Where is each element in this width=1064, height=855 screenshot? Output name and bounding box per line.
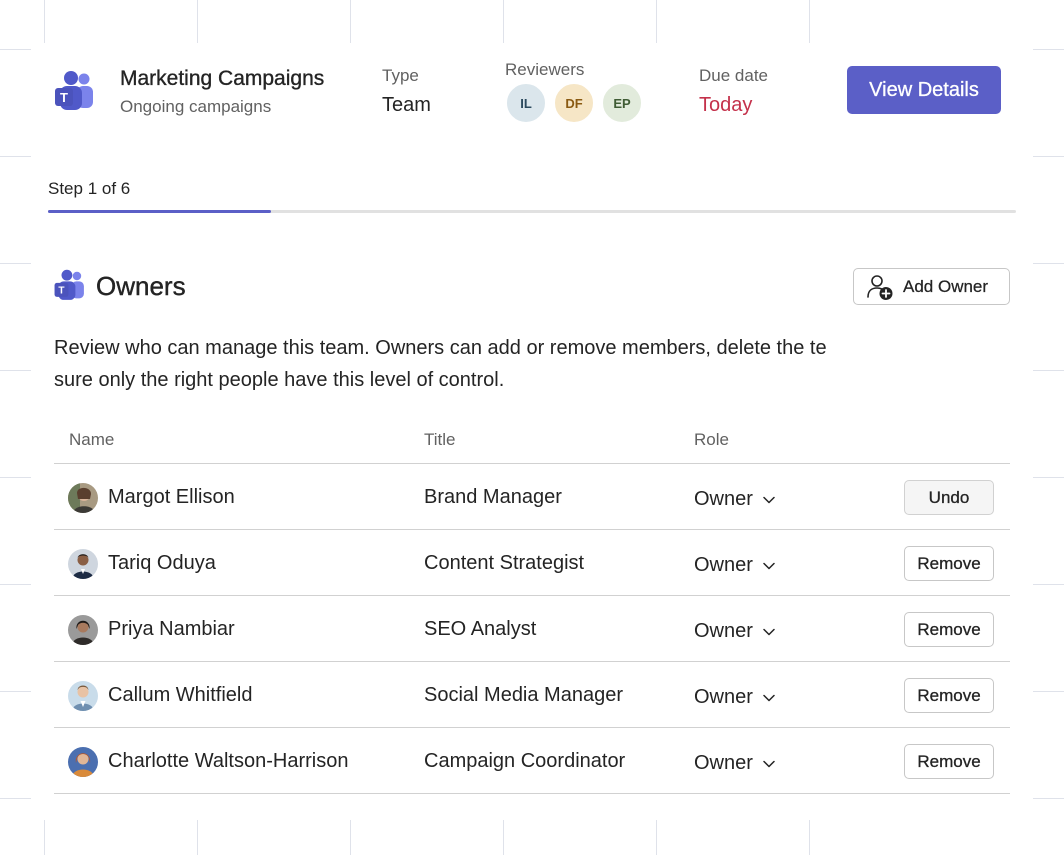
avatar xyxy=(68,483,98,513)
table-header: Name Title Role xyxy=(54,424,1010,464)
chevron-down-icon xyxy=(763,496,775,503)
add-person-icon xyxy=(867,274,893,300)
remove-button[interactable]: Remove xyxy=(904,612,994,647)
owner-title: Campaign Coordinator xyxy=(424,750,626,772)
avatar xyxy=(68,549,98,579)
table-row: Margot Ellison Brand Manager Owner Undo xyxy=(54,464,1010,530)
owner-name: Priya Nambiar xyxy=(108,618,235,640)
svg-text:T: T xyxy=(58,286,65,297)
type-label: Type xyxy=(382,66,419,85)
review-header: T Marketing Campaigns Ongoing campaigns … xyxy=(31,43,1033,159)
reviewer-avatar[interactable]: EP xyxy=(601,82,643,124)
teams-logo-icon: T xyxy=(55,71,93,110)
team-subtitle: Ongoing campaigns xyxy=(120,97,272,116)
remove-button[interactable]: Remove xyxy=(904,678,994,713)
role-dropdown[interactable]: Owner xyxy=(694,686,775,709)
table-row: Priya Nambiar SEO Analyst Owner Remove xyxy=(54,596,1010,662)
section-description: Review who can manage this team. Owners … xyxy=(54,337,827,391)
owner-title: Social Media Manager xyxy=(424,684,623,706)
teams-logo-icon: T xyxy=(54,269,84,300)
add-owner-label: Add Owner xyxy=(903,276,989,296)
role-value: Owner xyxy=(694,554,753,576)
role-value: Owner xyxy=(694,686,753,708)
owner-title: SEO Analyst xyxy=(424,618,537,640)
remove-button[interactable]: Remove xyxy=(904,546,994,581)
owner-name: Charlotte Waltson-Harrison xyxy=(108,750,349,772)
table-row: Callum Whitfield Social Media Manager Ow… xyxy=(54,662,1010,728)
table-row: Tariq Oduya Content Strategist Owner Rem… xyxy=(54,530,1010,596)
chevron-down-icon xyxy=(763,628,775,635)
column-header-title: Title xyxy=(424,430,456,449)
remove-button[interactable]: Remove xyxy=(904,744,994,779)
view-details-button[interactable]: View Details xyxy=(847,66,1001,114)
avatar xyxy=(68,615,98,645)
role-value: Owner xyxy=(694,752,753,774)
step-label: Step 1 of 6 xyxy=(48,179,131,198)
chevron-down-icon xyxy=(763,760,775,767)
progress-track xyxy=(48,210,1016,213)
owner-title: Content Strategist xyxy=(424,552,585,574)
owners-table: Name Title Role Margot Ellison Brand Man… xyxy=(54,424,1010,794)
role-dropdown[interactable]: Owner xyxy=(694,554,775,577)
avatar xyxy=(68,681,98,711)
progress-fill xyxy=(48,210,271,213)
column-header-name: Name xyxy=(69,430,115,449)
step-progress: Step 1 of 6 xyxy=(31,159,1033,239)
role-dropdown[interactable]: Owner xyxy=(694,620,775,643)
role-dropdown[interactable]: Owner xyxy=(694,488,775,511)
reviewer-avatar[interactable]: IL xyxy=(505,82,547,124)
owner-title: Brand Manager xyxy=(424,486,562,508)
owner-name: Callum Whitfield xyxy=(108,684,253,706)
chevron-down-icon xyxy=(763,562,775,569)
owner-name: Tariq Oduya xyxy=(108,552,216,574)
table-row: Charlotte Waltson-Harrison Campaign Coor… xyxy=(54,728,1010,794)
reviewers-list: IL DF EP xyxy=(505,82,643,124)
team-name: Marketing Campaigns xyxy=(120,67,325,90)
add-owner-button[interactable]: Add Owner xyxy=(853,268,1010,305)
owners-section: T Owners Add Owner Review who can manage… xyxy=(31,239,1033,820)
due-date-label: Due date xyxy=(699,66,768,85)
svg-text:T: T xyxy=(60,90,68,105)
section-title: Owners xyxy=(96,271,186,301)
due-date-value: Today xyxy=(699,94,753,116)
role-value: Owner xyxy=(694,620,753,642)
reviewers-label: Reviewers xyxy=(505,60,585,79)
avatar xyxy=(68,747,98,777)
reviewer-avatar[interactable]: DF xyxy=(553,82,595,124)
role-dropdown[interactable]: Owner xyxy=(694,752,775,775)
role-value: Owner xyxy=(694,488,753,510)
owner-name: Margot Ellison xyxy=(108,486,235,508)
type-value: Team xyxy=(382,94,431,116)
undo-button[interactable]: Undo xyxy=(904,480,994,515)
column-header-role: Role xyxy=(694,430,729,449)
chevron-down-icon xyxy=(763,694,775,701)
review-card: T Marketing Campaigns Ongoing campaigns … xyxy=(31,43,1033,820)
